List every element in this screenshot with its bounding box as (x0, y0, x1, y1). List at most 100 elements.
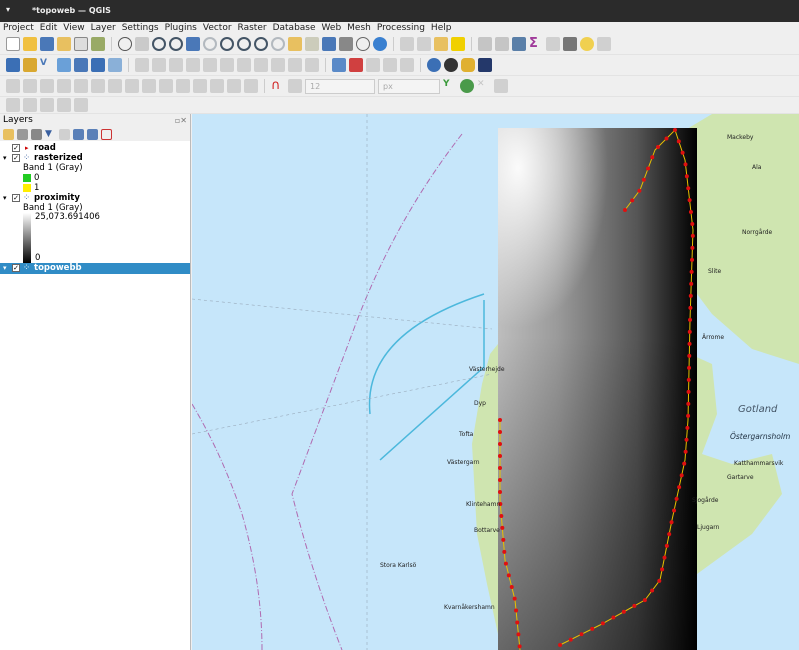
save-as-icon[interactable] (57, 37, 71, 51)
merge-icon[interactable] (227, 79, 241, 93)
font-size-field[interactable]: 12 (305, 78, 375, 94)
menu-vector[interactable]: Vector (200, 22, 235, 34)
copy-icon[interactable] (254, 58, 268, 72)
refresh-icon[interactable] (373, 37, 387, 51)
add-ellipse-icon[interactable] (23, 98, 37, 112)
delete-icon[interactable] (220, 58, 234, 72)
zoom-selection-icon[interactable] (203, 37, 217, 51)
zoom-full-icon[interactable] (186, 37, 200, 51)
cut-icon[interactable] (237, 58, 251, 72)
layer-visibility-checkbox[interactable]: ✓ (12, 144, 20, 152)
menu-layer[interactable]: Layer (88, 22, 119, 34)
layer-topowebb[interactable]: ▾ ✓ ⁘ topowebb (0, 263, 190, 274)
measure-icon[interactable] (563, 37, 577, 51)
new-3d-view-icon[interactable] (305, 37, 319, 51)
snapping-magnet-icon[interactable]: ∩ (271, 79, 285, 93)
new-shapefile-icon[interactable]: V (40, 58, 54, 72)
simplify-icon[interactable] (74, 79, 88, 93)
expand-all-icon[interactable] (73, 128, 84, 140)
paste-icon[interactable] (271, 58, 285, 72)
advanced-digitizing-icon[interactable] (6, 79, 20, 93)
delete-part-icon[interactable] (159, 79, 173, 93)
layer-proximity[interactable]: ▾ ✓ ⁘ proximity (0, 193, 190, 203)
layer-visibility-checkbox[interactable]: ✓ (12, 154, 20, 162)
add-polygon-icon[interactable] (57, 98, 71, 112)
expand-chevron-icon[interactable]: ▾ (3, 263, 7, 273)
data-source-manager-icon[interactable] (6, 58, 20, 72)
menu-help[interactable]: Help (428, 22, 455, 34)
label-icon[interactable] (332, 58, 346, 72)
menu-processing[interactable]: Processing (374, 22, 428, 34)
add-group-icon[interactable] (17, 128, 28, 140)
show-bookmarks-icon[interactable] (339, 37, 353, 51)
redo-icon[interactable] (305, 58, 319, 72)
self-snap-icon[interactable] (494, 79, 508, 93)
open-project-icon[interactable] (23, 37, 37, 51)
zoom-next-icon[interactable] (271, 37, 285, 51)
new-geopackage-icon[interactable] (23, 58, 37, 72)
add-ring-icon[interactable] (91, 79, 105, 93)
attribute-table-icon[interactable] (478, 37, 492, 51)
zoom-last-icon[interactable] (254, 37, 268, 51)
globe-plugin-icon[interactable] (444, 58, 458, 72)
select-by-value-icon[interactable] (434, 37, 448, 51)
zoom-native-icon[interactable] (237, 37, 251, 51)
menu-raster[interactable]: Raster (235, 22, 270, 34)
offset-curve-icon[interactable] (193, 79, 207, 93)
tracing-icon[interactable]: Y (443, 79, 457, 93)
edit-pencil-icon[interactable] (135, 58, 149, 72)
map-canvas[interactable]: Mackeby Ala Norrgårde Slite Ärrome Gotla… (192, 114, 799, 650)
new-temp-layer-icon[interactable] (74, 58, 88, 72)
new-map-view-icon[interactable] (288, 37, 302, 51)
add-raster-icon[interactable] (91, 58, 105, 72)
temporal-icon[interactable] (356, 37, 370, 51)
expand-chevron-icon[interactable]: ▾ (3, 193, 7, 203)
delete-ring-icon[interactable] (142, 79, 156, 93)
label-pin-icon[interactable] (349, 58, 363, 72)
zoom-in-icon[interactable] (152, 37, 166, 51)
deselect-icon[interactable] (451, 37, 465, 51)
undo-icon[interactable] (288, 58, 302, 72)
label-rotate-icon[interactable] (383, 58, 397, 72)
remove-layer-icon[interactable] (101, 128, 112, 140)
shape-tool-icon[interactable] (23, 79, 37, 93)
menu-view[interactable]: View (60, 22, 87, 34)
statistics-sum-icon[interactable]: Σ (529, 37, 543, 51)
unit-select[interactable]: px (378, 78, 440, 94)
bookmark-icon[interactable] (322, 37, 336, 51)
add-vector-icon[interactable] (108, 58, 122, 72)
menu-settings[interactable]: Settings (119, 22, 162, 34)
add-regular-polygon-icon[interactable] (74, 98, 88, 112)
processing-toolbox-icon[interactable] (512, 37, 526, 51)
add-part-icon[interactable] (108, 79, 122, 93)
table-icon[interactable] (546, 37, 560, 51)
menu-project[interactable]: Project (0, 22, 37, 34)
menu-plugins[interactable]: Plugins (162, 22, 200, 34)
fill-ring-icon[interactable] (125, 79, 139, 93)
panel-close-icon[interactable]: ▫✕ (175, 114, 187, 127)
window-menu-icon[interactable]: ▾ (6, 5, 10, 14)
rotate-feature-icon[interactable] (57, 79, 71, 93)
style-manager-icon[interactable] (91, 37, 105, 51)
move-feature-icon[interactable] (40, 79, 54, 93)
new-project-icon[interactable] (6, 37, 20, 51)
filter-expression-icon[interactable] (59, 128, 70, 140)
annotation-icon[interactable] (597, 37, 611, 51)
layer-rasterized[interactable]: ▾ ✓ ⁘ rasterized (0, 153, 190, 163)
vertex-tool-icon[interactable] (203, 58, 217, 72)
zoom-out-icon[interactable] (169, 37, 183, 51)
save-edits-icon[interactable] (169, 58, 183, 72)
reverse-line-icon[interactable] (244, 79, 258, 93)
menu-edit[interactable]: Edit (37, 22, 60, 34)
save-project-icon[interactable] (40, 37, 54, 51)
new-spatialite-icon[interactable] (57, 58, 71, 72)
zoom-layer-icon[interactable] (220, 37, 234, 51)
menu-mesh[interactable]: Mesh (344, 22, 374, 34)
field-calc-icon[interactable] (495, 37, 509, 51)
select-icon[interactable] (417, 37, 431, 51)
manage-visibility-icon[interactable] (31, 128, 42, 140)
split-icon[interactable] (210, 79, 224, 93)
help-icon[interactable] (478, 58, 492, 72)
filter-icon[interactable]: ▼ (45, 129, 56, 140)
layer-road[interactable]: ✓ ▸ road (0, 143, 190, 153)
